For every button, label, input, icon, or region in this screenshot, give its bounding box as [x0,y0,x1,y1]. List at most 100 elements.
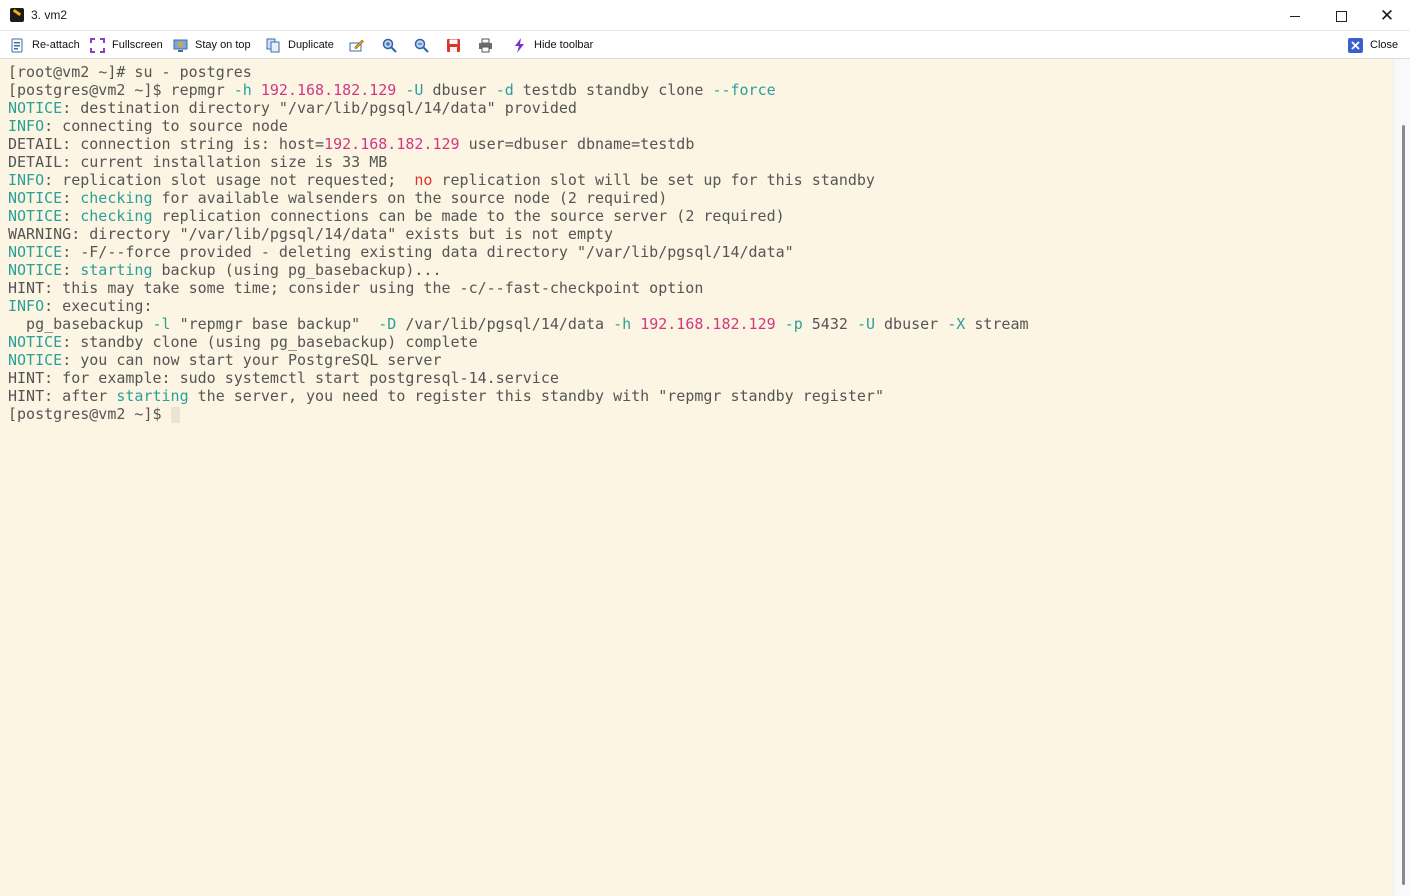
stay-on-top-button[interactable]: Stay on top [173,36,251,54]
terminal-text: backup (using pg_basebackup)... [152,261,442,279]
window-title: 3. vm2 [31,8,68,22]
terminal-text: HINT: this may take some time; consider … [8,279,704,297]
duplicate-icon [266,38,281,53]
maximize-button[interactable] [1318,0,1364,31]
terminal-text: -d [495,81,514,99]
terminal-line: HINT: for example: sudo systemctl start … [8,369,1029,387]
terminal-text: NOTICE [8,189,63,207]
terminal-text: [postgres@vm2 ~]$ [8,405,171,423]
maximize-icon [1335,10,1347,22]
terminal-line: INFO: replication slot usage not request… [8,171,1029,189]
terminal-line: DETAIL: current installation size is 33 … [8,153,1029,171]
terminal-text: : [62,261,81,279]
fullscreen-label: Fullscreen [112,39,163,51]
zoom-out-button[interactable] [414,36,436,54]
terminal-line: [postgres@vm2 ~]$ repmgr -h 192.168.182.… [8,81,1029,99]
terminal-text: NOTICE [8,99,63,117]
terminal-text: INFO [8,117,45,135]
terminal-text: [root@vm2 ~]# su - postgres [8,63,252,81]
terminal-text: INFO [8,297,45,315]
terminal-line: HINT: this may take some time; consider … [8,279,1029,297]
terminal-text: -U [856,315,875,333]
terminal-text: : connecting to source node [44,117,288,135]
stay-on-top-label: Stay on top [195,39,251,51]
close-toolbar-button[interactable]: Close [1348,36,1398,54]
terminal-text: -U [405,81,424,99]
terminal-text: : [62,207,81,225]
fullscreen-icon [90,37,105,53]
terminal-text: --force [712,81,776,99]
terminal-line: DETAIL: connection string is: host=192.1… [8,135,1029,153]
terminal-text: "repmgr base backup" [170,315,379,333]
terminal-text: NOTICE [8,351,63,369]
terminal-text: : [62,189,81,207]
terminal-text: replication slot will be set up for this… [432,171,875,189]
terminal-text: starting [80,261,153,279]
print-button[interactable] [478,36,500,54]
zoom-in-icon [382,38,397,53]
terminal-output: [root@vm2 ~]# su - postgres [postgres@vm2… [8,63,1029,423]
terminal-text: : you can now start your PostgreSQL serv… [62,351,442,369]
terminal-line: NOTICE: standby clone (using pg_baseback… [8,333,1029,351]
terminal-line: NOTICE: checking replication connections… [8,207,1029,225]
terminal-cursor [170,406,180,423]
terminal-text: dbuser [423,81,496,99]
stay-on-top-icon [173,38,188,53]
app-icon [10,8,24,22]
fullscreen-button[interactable]: Fullscreen [90,36,163,54]
minimize-button[interactable] [1272,0,1318,31]
terminal-text: -p [784,315,803,333]
terminal-text: : executing: [44,297,153,315]
terminal-text: DETAIL: connection string is: host= [8,135,325,153]
terminal-text: -D [378,315,397,333]
terminal-text: : standby clone (using pg_basebackup) co… [62,333,478,351]
terminal-line: WARNING: directory "/var/lib/pgsql/14/da… [8,225,1029,243]
terminal-line: NOTICE: checking for available walsender… [8,189,1029,207]
terminal-text: WARNING: directory "/var/lib/pgsql/14/da… [8,225,614,243]
terminal-text: checking [80,207,153,225]
edit-button[interactable] [349,36,371,54]
terminal-line: [root@vm2 ~]# su - postgres [8,63,1029,81]
terminal-line: pg_basebackup -l "repmgr base backup" -D… [8,315,1028,333]
terminal-text: 192.168.182.129 [640,315,776,333]
terminal-view[interactable]: [root@vm2 ~]# su - postgres [postgres@vm2… [0,59,1393,896]
terminal-text: NOTICE [8,243,63,261]
terminal-text: starting [116,387,189,405]
duplicate-label: Duplicate [288,39,334,51]
lightning-icon [512,37,527,53]
hide-toolbar-button[interactable]: Hide toolbar [512,36,593,54]
title-bar: 3. vm2 ✕ [0,0,1410,31]
print-icon [478,38,493,53]
terminal-line: INFO: executing: [8,297,1029,315]
terminal-line: NOTICE: -F/--force provided - deleting e… [8,243,1029,261]
vertical-scrollbar[interactable] [1393,59,1410,896]
terminal-text: the server, you need to register this st… [188,387,884,405]
minimize-icon [1290,15,1300,17]
terminal-text: -h [613,315,632,333]
terminal-text: -h [233,81,252,99]
zoom-in-button[interactable] [382,36,404,54]
terminal-text: HINT: for example: sudo systemctl start … [8,369,559,387]
terminal-line: HINT: after starting the server, you nee… [8,387,1029,405]
terminal-text: pg_basebackup [8,315,153,333]
toolbar: Re-attach Fullscreen Stay on top Duplica… [0,31,1410,59]
close-x-icon [1348,37,1363,53]
terminal-text: : destination directory "/var/lib/pgsql/… [62,99,577,117]
terminal-text: -X [947,315,966,333]
terminal-text: user=dbuser dbname=testdb [459,135,695,153]
terminal-text: INFO [8,171,45,189]
duplicate-button[interactable]: Duplicate [266,36,334,54]
save-button[interactable] [446,36,468,54]
scrollbar-thumb[interactable] [1402,125,1405,885]
terminal-line: [postgres@vm2 ~]$ [8,405,1029,423]
terminal-text: : -F/--force provided - deleting existin… [62,243,794,261]
reattach-label: Re-attach [32,39,80,51]
terminal-text: HINT: after [8,387,117,405]
terminal-line: NOTICE: starting backup (using pg_baseba… [8,261,1029,279]
terminal-text: [postgres@vm2 ~]$ repmgr [8,81,234,99]
terminal-text: no [414,171,433,189]
reattach-button[interactable]: Re-attach [10,36,80,54]
close-window-button[interactable]: ✕ [1364,0,1410,31]
